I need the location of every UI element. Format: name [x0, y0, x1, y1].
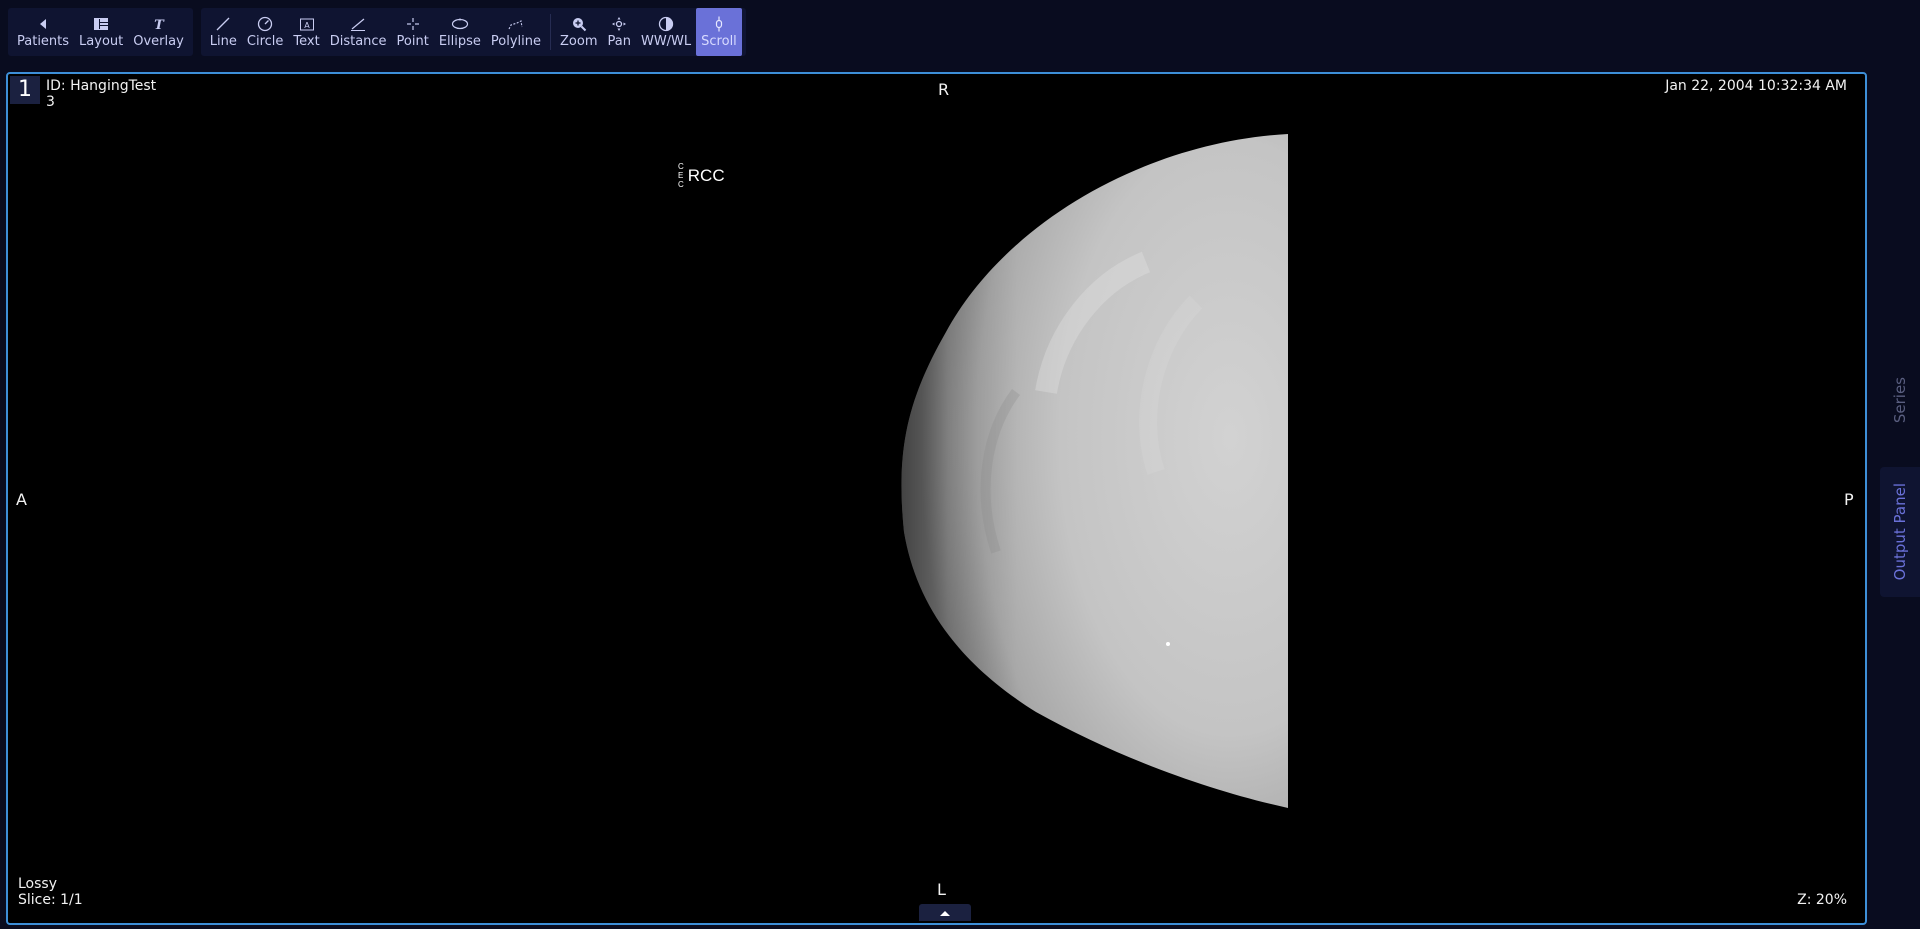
marker-letter: E — [678, 171, 684, 180]
patients-button[interactable]: Patients — [12, 8, 74, 56]
zoom-tool-button[interactable]: Zoom — [555, 8, 602, 56]
viewport-index: 1 — [10, 76, 40, 104]
marker-small-letters: C E C — [678, 162, 684, 189]
point-label: Point — [396, 33, 429, 49]
svg-text:A: A — [304, 21, 310, 30]
toolbar-divider — [550, 14, 552, 50]
study-datetime: Jan 22, 2004 10:32:34 AM — [1665, 78, 1847, 94]
pan-tool-button[interactable]: Pan — [603, 8, 636, 56]
wwwl-tool-button[interactable]: WW/WL — [636, 8, 696, 56]
mammogram-image — [896, 132, 1290, 812]
marker-letter: C — [678, 180, 684, 189]
text-box-icon: A — [298, 15, 316, 33]
text-label: Text — [293, 33, 320, 49]
line-tool-button[interactable]: Line — [205, 8, 242, 56]
chevron-up-icon — [940, 910, 950, 916]
orientation-top: R — [938, 80, 950, 99]
compression-status: Lossy — [18, 876, 57, 892]
orientation-left: A — [16, 490, 27, 509]
pan-label: Pan — [607, 33, 631, 49]
patients-label: Patients — [17, 33, 70, 49]
orientation-bottom: L — [937, 880, 946, 899]
svg-text:T: T — [154, 18, 165, 31]
circle-tool-button[interactable]: Circle — [242, 8, 289, 56]
point-icon — [404, 15, 422, 33]
ellipse-icon — [451, 15, 469, 33]
marker-label: RCC — [687, 165, 725, 185]
nav-tool-group: Patients Layout T Overlay — [8, 8, 193, 56]
chevron-left-icon — [34, 15, 52, 33]
pan-icon — [610, 15, 628, 33]
overlay-button[interactable]: T Overlay — [128, 8, 189, 56]
series-side-tab[interactable]: Series — [1880, 370, 1920, 430]
text-tool-button[interactable]: A Text — [288, 8, 324, 56]
polyline-label: Polyline — [490, 33, 542, 49]
patient-id: ID: HangingTest — [46, 78, 157, 94]
layout-grid-icon — [92, 15, 110, 33]
line-label: Line — [209, 33, 237, 49]
scroll-tool-button[interactable]: Scroll — [696, 8, 742, 56]
series-number: 3 — [46, 94, 55, 110]
layout-button[interactable]: Layout — [74, 8, 128, 56]
layout-label: Layout — [79, 33, 124, 49]
output-panel-tab-label: Output Panel — [1891, 483, 1909, 581]
polyline-icon — [507, 15, 525, 33]
image-viewport[interactable]: 1 ID: HangingTest 3 Jan 22, 2004 10:32:3… — [6, 72, 1867, 925]
circle-label: Circle — [246, 33, 284, 49]
zoom-level: Z: 20% — [1797, 892, 1847, 908]
ellipse-tool-button[interactable]: Ellipse — [434, 8, 486, 56]
marker-letter: C — [678, 162, 684, 171]
distance-label: Distance — [329, 33, 387, 49]
expand-panel-button[interactable] — [919, 904, 971, 921]
overlay-text-icon: T — [150, 15, 168, 33]
orientation-right: P — [1844, 490, 1854, 509]
toolbar: Patients Layout T Overlay Line Circle A … — [8, 8, 746, 56]
distance-icon — [349, 15, 367, 33]
slice-indicator: Slice: 1/1 — [18, 892, 83, 908]
scroll-label: Scroll — [701, 33, 737, 49]
ellipse-label: Ellipse — [438, 33, 481, 49]
point-tool-button[interactable]: Point — [392, 8, 434, 56]
output-panel-side-tab[interactable]: Output Panel — [1880, 467, 1920, 597]
series-tab-label: Series — [1891, 376, 1909, 424]
tools-group: Line Circle A Text Distance Point Ellips… — [200, 8, 746, 56]
distance-tool-button[interactable]: Distance — [325, 8, 392, 56]
image-view-marker: C E C RCC — [678, 162, 725, 189]
wwwl-label: WW/WL — [640, 33, 692, 49]
zoom-label: Zoom — [560, 33, 598, 49]
circle-icon — [256, 15, 274, 33]
scroll-icon — [710, 15, 728, 33]
line-icon — [214, 15, 232, 33]
contrast-icon — [657, 15, 675, 33]
zoom-icon — [570, 15, 588, 33]
overlay-label: Overlay — [133, 33, 184, 49]
polyline-tool-button[interactable]: Polyline — [486, 8, 546, 56]
